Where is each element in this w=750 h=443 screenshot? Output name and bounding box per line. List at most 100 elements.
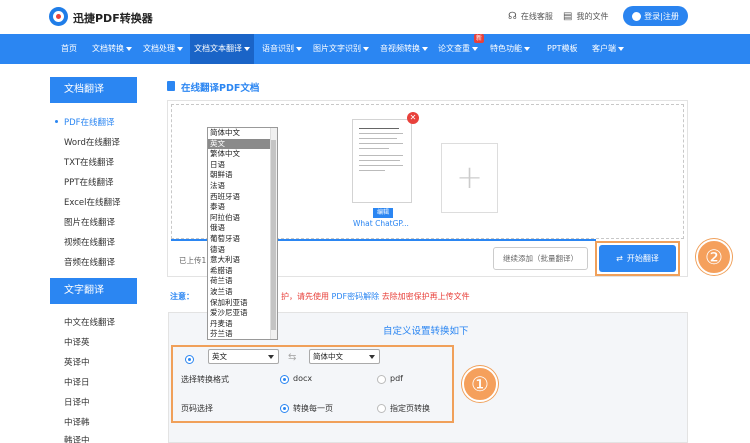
- page-title: 在线翻译PDF文档: [181, 83, 260, 94]
- dropdown-option[interactable]: 芬兰语: [208, 329, 271, 339]
- add-file-button[interactable]: +: [441, 143, 498, 213]
- thumb-line: [359, 160, 400, 161]
- nav-home[interactable]: 首页: [61, 34, 77, 64]
- nav-doc-process[interactable]: 文档处理: [143, 34, 183, 64]
- dropdown-option[interactable]: 繁体中文: [208, 149, 271, 160]
- notice-suffix: 去除加密保护再上传文件: [381, 292, 470, 301]
- sidebar-item-en-zh[interactable]: 英译中: [64, 356, 90, 368]
- service-label: 在线客服: [520, 12, 553, 21]
- files-label: 我的文件: [576, 12, 609, 21]
- sidebar-item-zh-ko[interactable]: 中译韩: [64, 416, 90, 428]
- dropdown-option[interactable]: 法语: [208, 181, 271, 192]
- chevron-down-icon: [126, 46, 132, 51]
- remove-file-icon[interactable]: ✕: [407, 112, 419, 124]
- dropdown-option[interactable]: 西班牙语: [208, 192, 271, 203]
- sidebar-item-image[interactable]: 图片在线翻译: [64, 216, 115, 228]
- dropdown-option[interactable]: 简体中文: [208, 128, 271, 139]
- main-nav: 首页 文档转换 文档处理 文档文本翻译 语音识别 图片文字识别 音视频转换 论文…: [0, 34, 750, 64]
- dropdown-option[interactable]: 爱沙尼亚语: [208, 308, 271, 319]
- sidebar-item-video[interactable]: 视频在线翻译: [64, 236, 115, 248]
- thumb-line: [359, 148, 389, 149]
- nav-plagiarism[interactable]: 论文查重: [438, 34, 478, 64]
- dropdown-option[interactable]: 德语: [208, 245, 271, 256]
- nav-client[interactable]: 客户端: [592, 34, 624, 64]
- dropdown-option[interactable]: 朝鲜语: [208, 170, 271, 181]
- dropdown-option[interactable]: 荷兰语: [208, 276, 271, 287]
- nav-av-convert[interactable]: 音视频转换: [380, 34, 428, 64]
- chevron-down-icon: [244, 46, 250, 51]
- dropdown-option[interactable]: 日语: [208, 160, 271, 171]
- dropdown-option-selected[interactable]: 英文: [208, 138, 271, 150]
- dropdown-option[interactable]: 波兰语: [208, 287, 271, 298]
- sidebar-item-zh-ja[interactable]: 中译日: [64, 376, 90, 388]
- nav-ocr[interactable]: 图片文字识别: [313, 34, 369, 64]
- thumb-line: [359, 138, 397, 139]
- callout-number-1: ①: [462, 366, 498, 402]
- notice-mid: 护，请先使用: [281, 292, 329, 301]
- dropdown-option[interactable]: 俄语: [208, 223, 271, 234]
- document-icon: [167, 81, 175, 91]
- sidebar-section-text-translate[interactable]: 文字翻译: [50, 278, 137, 304]
- notice-prefix: 注意：: [170, 292, 194, 301]
- dropdown-option[interactable]: 希腊语: [208, 266, 271, 277]
- service-link[interactable]: ☊ 在线客服: [508, 11, 553, 22]
- callout-number-2: ②: [696, 239, 732, 275]
- language-dropdown[interactable]: 简体中文 英文 繁体中文 日语 朝鲜语 法语 西班牙语 泰语 阿拉伯语 俄语 葡…: [207, 127, 278, 340]
- dropdown-option[interactable]: 泰语: [208, 202, 271, 213]
- nav-label: 图片文字识别: [313, 44, 361, 53]
- thumb-line: [359, 170, 385, 171]
- sidebar-item-ja-zh[interactable]: 日译中: [64, 396, 90, 408]
- nav-label: PPT模板: [547, 44, 578, 53]
- new-badge: 新: [474, 34, 484, 43]
- active-dot: [55, 120, 58, 123]
- sidebar-item-word[interactable]: Word在线翻译: [64, 136, 120, 148]
- logo-icon[interactable]: [49, 7, 68, 26]
- sidebar-item-excel[interactable]: Excel在线翻译: [64, 196, 121, 208]
- settings-title: 自定义设置转换如下: [383, 326, 469, 337]
- dropdown-option[interactable]: 意大利语: [208, 255, 271, 266]
- nav-speech[interactable]: 语音识别: [262, 34, 302, 64]
- edit-button[interactable]: 编辑: [373, 208, 393, 218]
- nav-doc-convert[interactable]: 文档转换: [92, 34, 132, 64]
- sidebar-item-txt[interactable]: TXT在线翻译: [64, 156, 114, 168]
- nav-ppt[interactable]: PPT模板: [547, 34, 578, 64]
- callout-box-2: [595, 241, 680, 276]
- sidebar-item-zh-en[interactable]: 中译英: [64, 336, 90, 348]
- scrollbar-thumb[interactable]: [271, 140, 276, 330]
- nav-label: 论文查重: [438, 44, 470, 53]
- thumb-line: [359, 133, 403, 134]
- file-thumbnail[interactable]: [352, 119, 412, 203]
- nav-label: 文档文本翻译: [194, 44, 242, 53]
- thumb-line: [359, 165, 403, 166]
- chevron-down-icon: [618, 46, 624, 51]
- nav-label: 客户端: [592, 44, 616, 53]
- sidebar-item-ppt[interactable]: PPT在线翻译: [64, 176, 113, 188]
- dropdown-option[interactable]: 葡萄牙语: [208, 234, 271, 245]
- sidebar-item-ko-zh[interactable]: 韩译中: [64, 434, 90, 443]
- nav-features[interactable]: 特色功能: [490, 34, 530, 64]
- sidebar-section-doc-translate[interactable]: 文档翻译: [50, 77, 137, 103]
- dropdown-option[interactable]: 丹麦语: [208, 319, 271, 330]
- nav-label: 文档处理: [143, 44, 175, 53]
- login-button[interactable]: 登录|注册: [623, 6, 688, 26]
- chevron-down-icon: [296, 46, 302, 51]
- logo-text[interactable]: 迅捷PDF转换器: [73, 10, 153, 26]
- login-label: 登录|注册: [644, 11, 679, 21]
- continue-add-button[interactable]: 继续添加（批量翻译）: [493, 247, 588, 270]
- sidebar-item-audio[interactable]: 音频在线翻译: [64, 256, 115, 268]
- user-icon: [632, 11, 642, 21]
- nav-label: 特色功能: [490, 44, 522, 53]
- dropdown-option[interactable]: 阿拉伯语: [208, 213, 271, 224]
- chevron-down-icon: [524, 46, 530, 51]
- my-files-link[interactable]: ▤ 我的文件: [563, 11, 608, 22]
- sidebar-item-chinese[interactable]: 中文在线翻译: [64, 316, 115, 328]
- headset-icon: ☊: [508, 11, 517, 22]
- dropdown-option[interactable]: 保加利亚语: [208, 298, 271, 309]
- nav-label: 文档转换: [92, 44, 124, 53]
- chevron-down-icon: [177, 46, 183, 51]
- nav-doc-translate[interactable]: 文档文本翻译: [190, 34, 254, 64]
- pdf-unlock-link[interactable]: PDF密码解除: [332, 292, 380, 301]
- sidebar-item-pdf[interactable]: PDF在线翻译: [64, 116, 115, 128]
- header: 迅捷PDF转换器 ☊ 在线客服 ▤ 我的文件 登录|注册: [0, 0, 750, 34]
- thumb-line: [359, 155, 403, 156]
